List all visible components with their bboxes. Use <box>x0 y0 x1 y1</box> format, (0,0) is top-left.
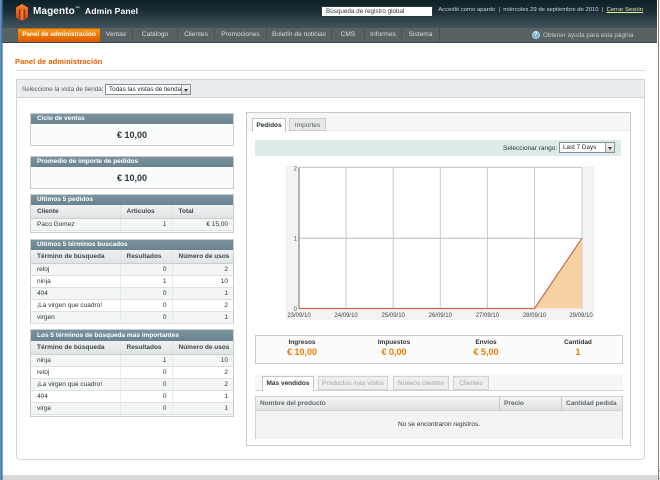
svg-text:23/09/10: 23/09/10 <box>287 313 311 319</box>
svg-text:28/09/10: 28/09/10 <box>523 313 547 319</box>
svg-text:27/09/10: 27/09/10 <box>476 313 500 319</box>
svg-text:29/09/10: 29/09/10 <box>569 313 593 319</box>
svg-text:2: 2 <box>294 167 298 173</box>
svg-text:24/09/10: 24/09/10 <box>334 313 358 319</box>
svg-text:25/09/10: 25/09/10 <box>382 313 406 319</box>
svg-text:26/09/10: 26/09/10 <box>429 313 453 319</box>
svg-text:1: 1 <box>294 237 298 243</box>
